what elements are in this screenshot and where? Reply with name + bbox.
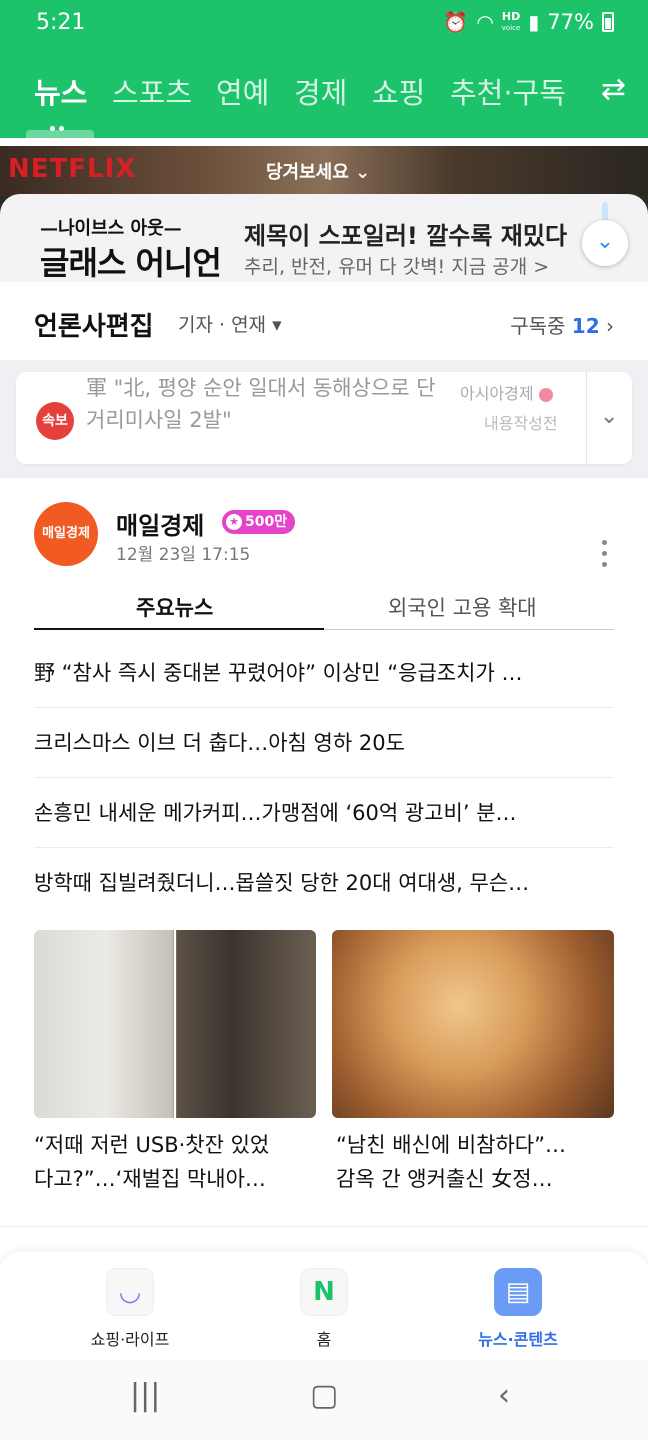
status-icons: ⏰ ◠ HD voice ▮ 77% (443, 10, 614, 34)
headline-row[interactable]: 손흥민 내세운 메가커피…가맹점에 ‘60억 광고비’ 분… (34, 778, 614, 848)
nav-shopping-life[interactable]: ◡ 쇼핑·라이프 (50, 1268, 210, 1350)
nav-home[interactable]: N 홈 (244, 1268, 404, 1350)
photo-news-thumbnail[interactable] (332, 930, 614, 1118)
press-edit-header: 언론사편집 기자 · 연재 ▾ 구독중 12 › (0, 282, 648, 360)
chevron-down-icon: ⌄ (355, 162, 371, 183)
top-bar: 5:21 ⏰ ◠ HD voice ▮ 77% 뉴스 스포츠 연예 경제 쇼핑 추… (0, 0, 648, 138)
back-icon[interactable]: ‹ (498, 1378, 510, 1413)
status-time: 5:21 (36, 10, 86, 35)
system-navigation-bar: ||| ▢ ‹ (0, 1360, 648, 1440)
bottom-navigation: ◡ 쇼핑·라이프 N 홈 ▤ 뉴스·콘텐츠 (0, 1252, 648, 1360)
publish-time: 12월 23일 17:15 (116, 545, 251, 565)
photo-news-caption[interactable]: “남친 배신에 비참하다”… 감옥 간 앵커출신 女정… (336, 1128, 618, 1196)
divider (586, 372, 587, 464)
publisher-name[interactable]: 매일경제 (116, 506, 204, 541)
nav-news-contents[interactable]: ▤ 뉴스·콘텐츠 (438, 1268, 598, 1350)
publisher-news-card: 매일경제 매일경제 ★ 500만 12월 23일 17:15 주요뉴스 외국인 고… (0, 478, 648, 1228)
subscribed-count-link[interactable]: 구독중 12 › (510, 310, 614, 339)
alarm-icon: ⏰ (443, 10, 469, 34)
expand-chevron-icon[interactable]: ⌄ (582, 220, 628, 266)
news-icon: ▤ (494, 1268, 542, 1316)
shopping-bag-icon: ◡ (106, 1268, 154, 1316)
ad-subtext: 추리, 반전, 유머 다 갓벽! 지금 공개 > (244, 256, 550, 278)
swap-arrows-icon[interactable]: ⇄ (601, 72, 626, 107)
breaking-badge: 속보 (36, 402, 74, 440)
star-icon: ★ (226, 514, 242, 530)
publisher-subtabs: 주요뉴스 외국인 고용 확대 (34, 586, 614, 630)
tab-entertainment[interactable]: 연예 (216, 70, 269, 112)
chevron-right-icon: › (606, 314, 614, 338)
battery-icon (602, 12, 614, 32)
more-options-icon[interactable] (602, 540, 608, 573)
breaking-source: 아시아경제 (460, 380, 553, 404)
tab-recommend-subscribe[interactable]: 추천·구독 (450, 70, 566, 112)
status-bar: 5:21 ⏰ ◠ HD voice ▮ 77% (0, 0, 648, 48)
press-edit-title: 언론사편집 (34, 312, 154, 342)
home-icon[interactable]: ▢ (310, 1378, 338, 1413)
tab-sports[interactable]: 스포츠 (112, 70, 192, 112)
signal-icon: ▮ (528, 10, 540, 34)
tab-economy[interactable]: 경제 (294, 70, 347, 112)
breaking-news-card[interactable]: 속보 軍 "北, 평양 순안 일대서 동해상으로 단거리미사일 2발" 아시아경… (16, 372, 632, 464)
subscriber-badge: ★ 500만 (222, 510, 296, 534)
pull-down-hint[interactable]: 당겨보세요 ⌄ (266, 158, 370, 184)
netflix-ad-banner[interactable]: NETFLIX 당겨보세요 ⌄ —나이브스 아웃— 글래스 어니언 제목이 스포… (0, 146, 648, 282)
wifi-icon: ◠ (476, 10, 494, 34)
photo-news-thumbnail[interactable] (34, 930, 316, 1118)
caret-down-icon: ▾ (272, 314, 282, 336)
breaking-status: 내용작성전 (484, 414, 558, 433)
naver-n-icon: N (300, 1268, 348, 1316)
recent-apps-icon[interactable]: ||| (130, 1378, 160, 1413)
photo-news-caption[interactable]: “저때 저런 USB·찻잔 있었 다고?”…‘재벌집 막내아… (34, 1128, 316, 1196)
subtab-foreign-employment[interactable]: 외국인 고용 확대 (388, 592, 537, 622)
hd-voice-icon: HD voice (501, 9, 521, 32)
active-subtab-indicator (34, 628, 324, 630)
headline-row[interactable]: 방학때 집빌려줬더니…몹쓸짓 당한 20대 여대생, 무슨… (34, 848, 614, 918)
headline-row[interactable]: 크리스마스 이브 더 춥다…아침 영하 20도 (34, 708, 614, 778)
tab-page-indicator (50, 116, 70, 131)
ad-title-logo-top: —나이브스 아웃— (40, 218, 182, 239)
tab-shopping[interactable]: 쇼핑 (372, 70, 425, 112)
ad-title-logo-main: 글래스 어니언 (40, 244, 222, 282)
netflix-logo: NETFLIX (8, 154, 137, 184)
active-tab-indicator (26, 130, 94, 138)
subtab-main-news[interactable]: 주요뉴스 (136, 592, 213, 622)
headline-row[interactable]: 野 “참사 즉시 중대본 꾸렸어야” 이상민 “응급조치가 … (34, 638, 614, 708)
category-tabs: 뉴스 스포츠 연예 경제 쇼핑 추천·구독 (0, 70, 648, 120)
breaking-news-text: 軍 "北, 평양 순안 일대서 동해상으로 단거리미사일 2발" (86, 376, 436, 432)
battery-percent: 77% (547, 10, 594, 34)
chevron-down-icon[interactable]: ⌄ (600, 404, 618, 429)
press-filter-dropdown[interactable]: 기자 · 연재 ▾ (178, 310, 282, 337)
source-badge-icon (538, 387, 553, 402)
publisher-logo[interactable]: 매일경제 (34, 502, 98, 566)
ad-headline: 제목이 스포일러! 깔수록 재밌다 (244, 222, 568, 250)
ad-card[interactable]: —나이브스 아웃— 글래스 어니언 제목이 스포일러! 깔수록 재밌다 추리, … (0, 194, 648, 282)
tab-news[interactable]: 뉴스 (34, 70, 87, 112)
